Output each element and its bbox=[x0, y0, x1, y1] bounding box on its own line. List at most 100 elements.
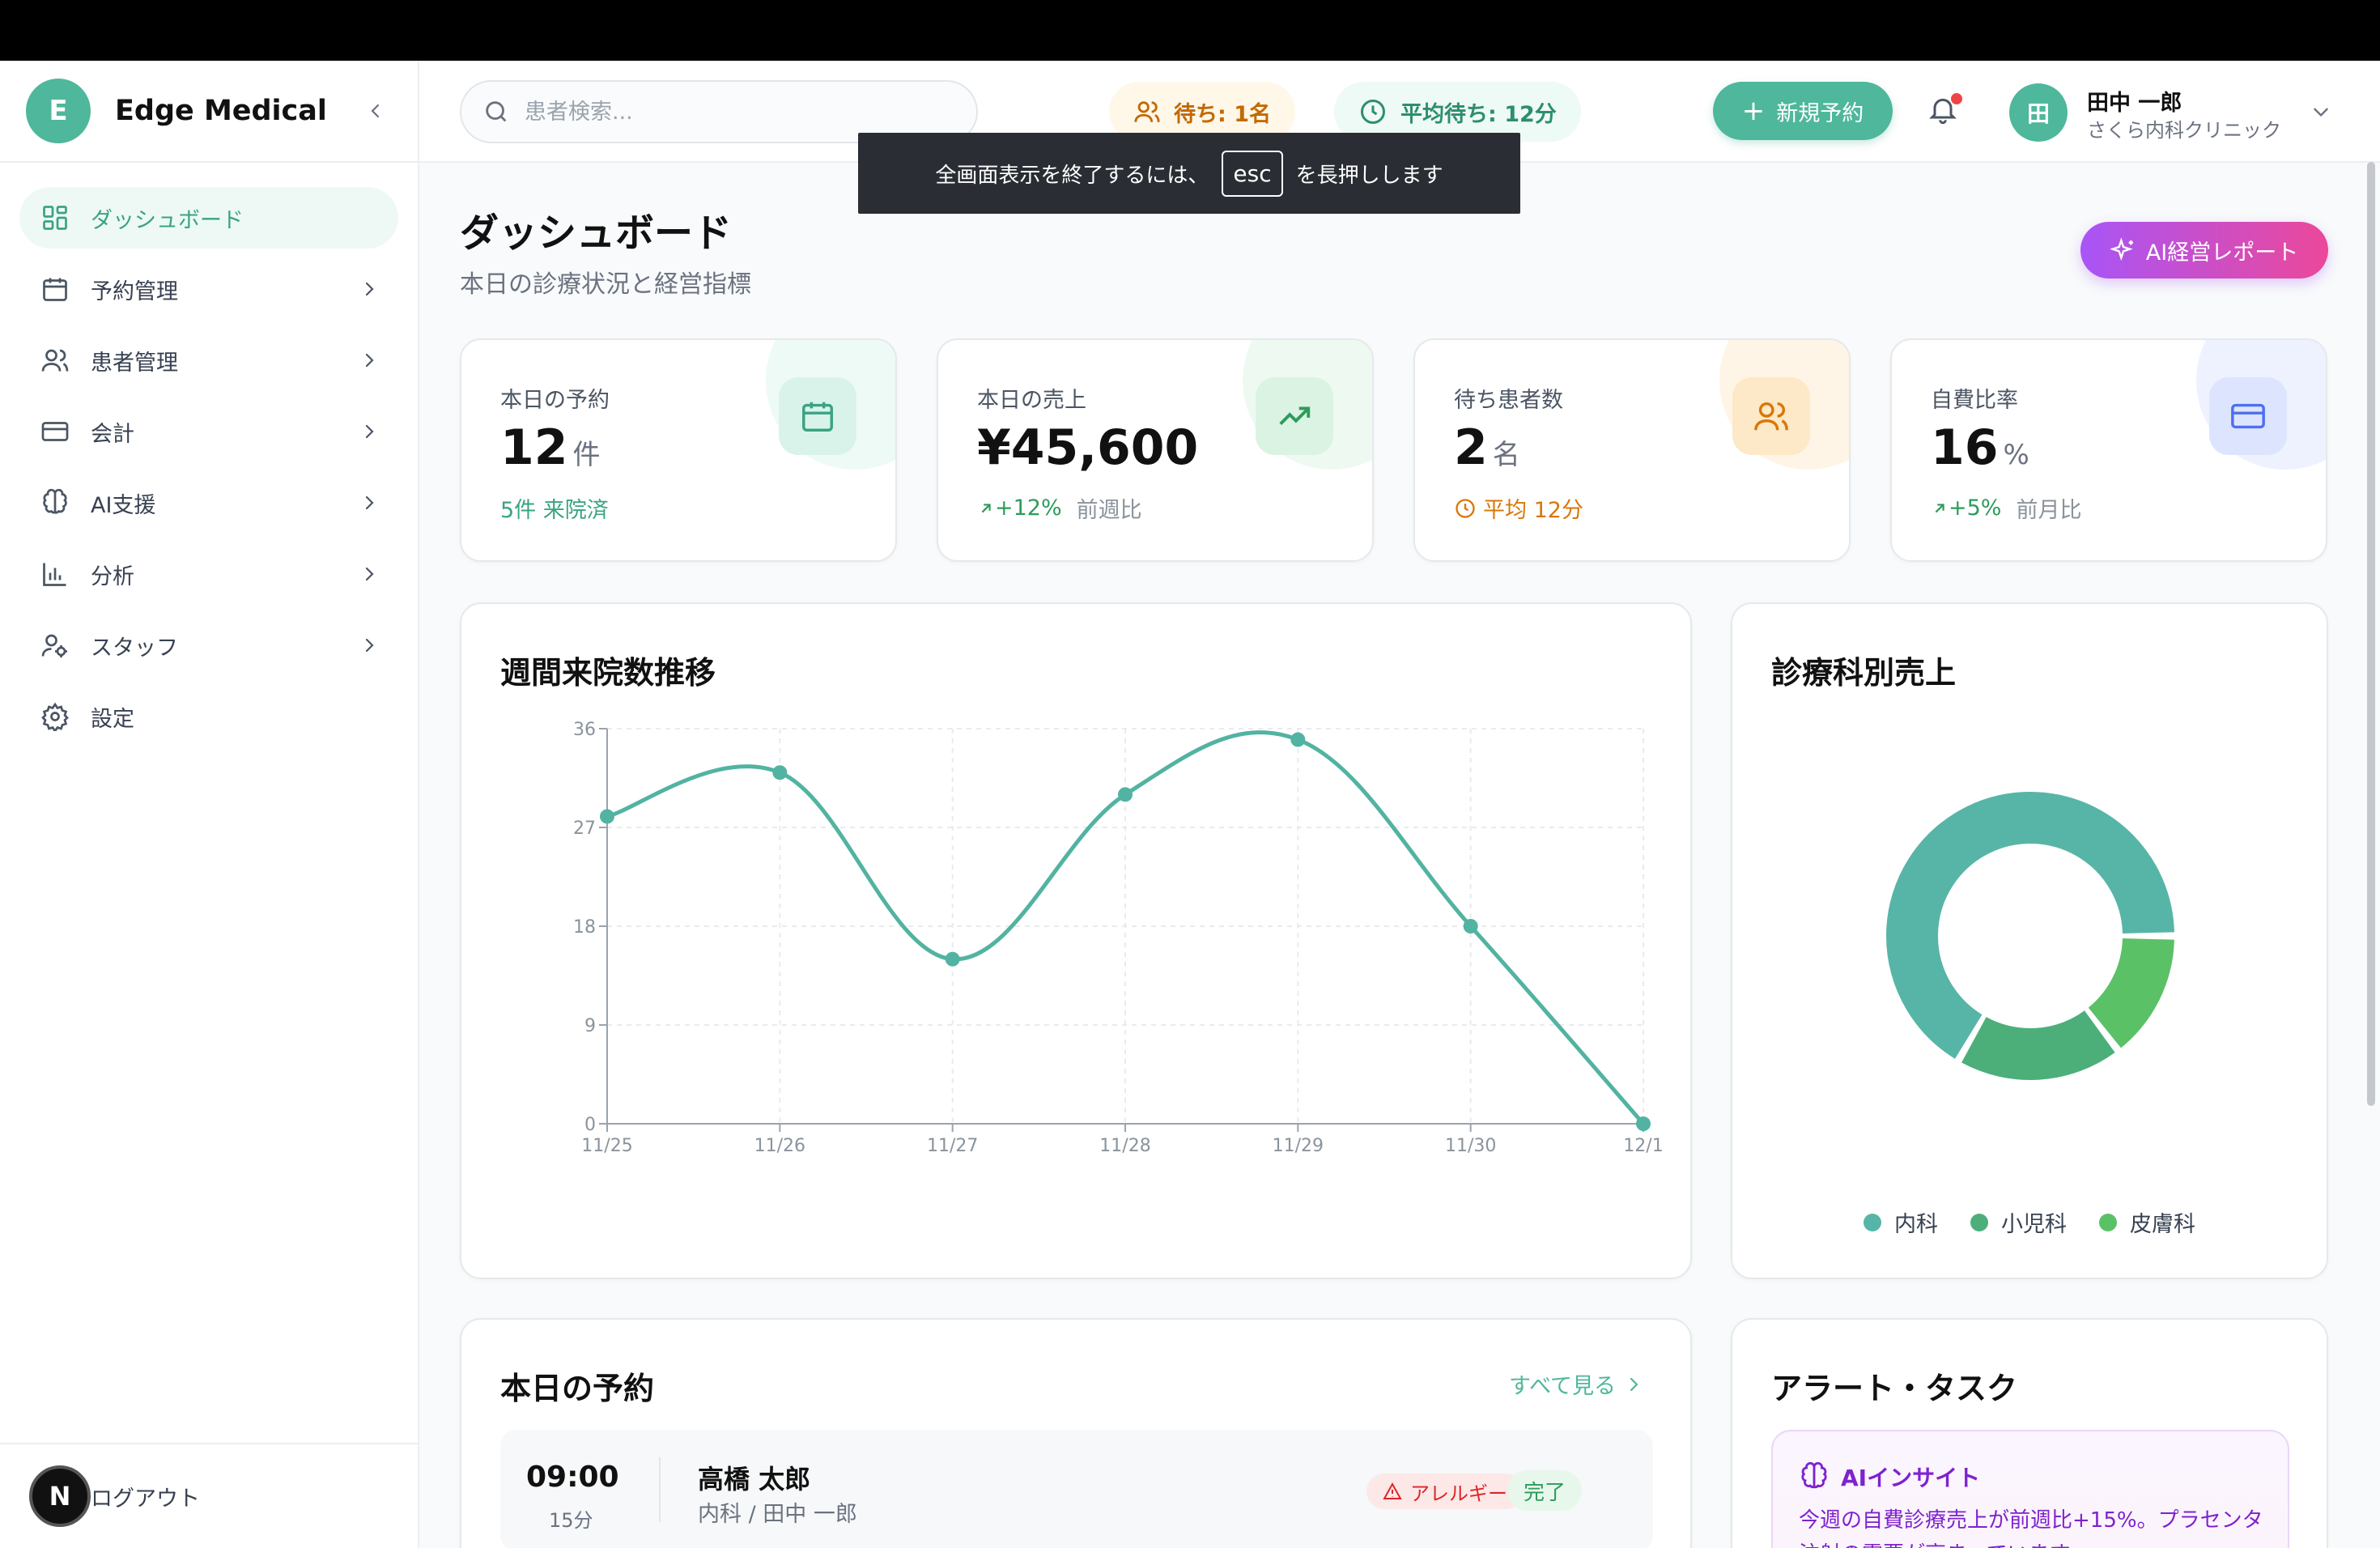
x-tick-label: 11/29 bbox=[1273, 1136, 1324, 1156]
sidebar-item-label: 分析 bbox=[91, 563, 134, 589]
esc-key: esc bbox=[1222, 150, 1283, 197]
bar-chart-icon bbox=[39, 558, 71, 590]
brand: E Edge Medical bbox=[0, 61, 418, 163]
stat-label: 本日の売上 bbox=[977, 388, 1086, 413]
stat-sub: +5% 前月比 bbox=[1931, 492, 2081, 524]
x-tick-label: 12/1 bbox=[1623, 1136, 1663, 1156]
see-all-link[interactable]: すべて見る bbox=[1509, 1368, 1643, 1400]
ai-insight-title: AIインサイト bbox=[1799, 1461, 1980, 1493]
reservation-time: 09:00 bbox=[526, 1461, 619, 1494]
sidebar-item-label: スタッフ bbox=[91, 635, 178, 661]
legend-dot bbox=[1864, 1213, 1881, 1231]
y-tick-label: 36 bbox=[573, 720, 596, 740]
data-point bbox=[772, 765, 788, 780]
fullscreen-exit-toast: 全画面表示を終了するには、 esc を長押しします bbox=[858, 133, 1520, 214]
sidebar-item-billing[interactable]: 会計 bbox=[19, 401, 398, 462]
patient-name: 高橋 太郎 bbox=[698, 1464, 811, 1495]
sidebar-item-label: AI支援 bbox=[91, 492, 156, 518]
waiting-count-label: 待ち: 1名 bbox=[1174, 101, 1271, 127]
donut-slice[interactable] bbox=[1961, 1010, 2115, 1080]
sidebar-item-patients[interactable]: 患者管理 bbox=[19, 330, 398, 391]
allergy-tag: アレルギー bbox=[1366, 1474, 1524, 1509]
sidebar-item-analytics[interactable]: 分析 bbox=[19, 543, 398, 605]
stat-label: 自費比率 bbox=[1931, 388, 2018, 413]
notifications-button[interactable] bbox=[1927, 93, 1964, 130]
sidebar: E Edge Medical ダッシュボード 予約管理 患者管理 会計 AI支援 bbox=[0, 61, 419, 1548]
stat-value: ¥45,600 bbox=[977, 419, 1199, 476]
stat-sub: 平均 12分 bbox=[1454, 492, 1583, 524]
sidebar-item-label: 設定 bbox=[91, 706, 134, 732]
sidebar-item-label: 予約管理 bbox=[91, 279, 178, 304]
calendar-icon bbox=[802, 402, 833, 432]
department-revenue-card: 診療科別売上 内科 小児科 皮膚科 bbox=[1731, 602, 2328, 1279]
x-tick-label: 11/26 bbox=[754, 1136, 805, 1156]
ai-report-label: AI経営レポート bbox=[2145, 240, 2299, 266]
x-tick-label: 11/28 bbox=[1099, 1136, 1150, 1156]
sidebar-item-reservations[interactable]: 予約管理 bbox=[19, 258, 398, 320]
x-tick-label: 11/27 bbox=[927, 1136, 978, 1156]
n-badge[interactable]: N bbox=[29, 1465, 91, 1527]
search-input[interactable] bbox=[525, 99, 946, 125]
stat-icon-box bbox=[779, 377, 856, 455]
sparkles-icon bbox=[2110, 237, 2133, 262]
allergy-label: アレルギー bbox=[1410, 1482, 1507, 1505]
sidebar-item-staff[interactable]: スタッフ bbox=[19, 615, 398, 676]
alerts-title: アラート・タスク bbox=[1771, 1371, 2018, 1406]
stat-sub-text: 平均 12分 bbox=[1483, 498, 1583, 523]
brain-icon bbox=[39, 487, 71, 519]
stat-label: 本日の予約 bbox=[500, 388, 610, 413]
chevron-right-icon bbox=[365, 282, 374, 296]
stat-value-number: 16 bbox=[1931, 419, 1999, 476]
legend-item: 皮膚科 bbox=[2099, 1206, 2195, 1238]
stat-value: 2名 bbox=[1454, 419, 1520, 476]
stat-compare: 前週比 bbox=[1076, 498, 1142, 523]
data-point bbox=[1118, 787, 1133, 802]
new-booking-button[interactable]: + 新規予約 bbox=[1713, 82, 1893, 140]
ai-insight-box[interactable]: AIインサイト 今週の自費診療売上が前週比+15%。プラセンタ注射の需要が高まっ… bbox=[1771, 1430, 2289, 1548]
browser-top-bar bbox=[0, 0, 2380, 61]
arrow-up-right-icon bbox=[1935, 503, 1944, 512]
users-icon bbox=[39, 344, 71, 376]
stat-value-number: 2 bbox=[1454, 419, 1488, 476]
stat-card-waiting[interactable]: 待ち患者数 2名 平均 12分 bbox=[1413, 338, 1851, 562]
chevron-down-icon[interactable] bbox=[2310, 101, 2331, 122]
legend-dot bbox=[2099, 1213, 2117, 1231]
data-point bbox=[1463, 919, 1478, 933]
reservation-duration: 15分 bbox=[549, 1509, 593, 1532]
users-icon bbox=[1134, 101, 1160, 122]
sidebar-item-settings[interactable]: 設定 bbox=[19, 686, 398, 747]
y-tick-label: 9 bbox=[584, 1016, 596, 1036]
ai-insight-title-text: AIインサイト bbox=[1841, 1465, 1981, 1491]
sidebar-item-dashboard[interactable]: ダッシュボード bbox=[19, 187, 398, 249]
patient-department: 内科 / 田中 一郎 bbox=[698, 1502, 857, 1527]
ai-report-button[interactable]: AI経営レポート bbox=[2080, 222, 2328, 279]
stat-value: 16% bbox=[1931, 419, 2029, 476]
collapse-sidebar-button[interactable] bbox=[359, 95, 392, 127]
calendar-icon bbox=[39, 273, 71, 305]
stat-card-reservations[interactable]: 本日の予約 12 件 5件 来院済 bbox=[460, 338, 897, 562]
page-scrollbar[interactable] bbox=[2367, 162, 2375, 1106]
notification-dot bbox=[1951, 93, 1962, 104]
x-tick-label: 11/25 bbox=[581, 1136, 632, 1156]
trending-up-icon bbox=[1279, 406, 1311, 425]
sidebar-footer: N ログアウト bbox=[0, 1443, 418, 1548]
y-tick-label: 18 bbox=[573, 917, 596, 938]
sidebar-item-ai-support[interactable]: AI支援 bbox=[19, 472, 398, 534]
user-avatar[interactable]: 田 bbox=[2009, 83, 2068, 142]
stat-card-revenue[interactable]: 本日の売上 ¥45,600 +12% 前週比 bbox=[937, 338, 1374, 562]
page-subtitle: 本日の診療状況と経営指標 bbox=[460, 270, 751, 299]
stat-unit: % bbox=[2003, 439, 2029, 471]
ai-insight-text: 今週の自費診療売上が前週比+15%。プラセンタ注射の需要が高まっています bbox=[1799, 1508, 2263, 1548]
stat-compare: 前月比 bbox=[2016, 498, 2082, 523]
search-icon bbox=[486, 101, 507, 122]
gear-icon bbox=[39, 700, 71, 733]
new-booking-label: 新規予約 bbox=[1776, 100, 1864, 126]
logout-button[interactable]: ログアウト bbox=[91, 1481, 200, 1512]
chevron-right-icon bbox=[365, 567, 374, 581]
stat-card-self-pay[interactable]: 自費比率 16% +5% 前月比 bbox=[1890, 338, 2327, 562]
reservation-row[interactable]: 09:00 15分 高橋 太郎 内科 / 田中 一郎 アレルギー 完了 bbox=[500, 1430, 1653, 1548]
stat-label: 待ち患者数 bbox=[1454, 388, 1563, 413]
clock-icon bbox=[1456, 498, 1475, 518]
donut-slice[interactable] bbox=[2088, 938, 2174, 1048]
stat-sub: 5件 来院済 bbox=[500, 498, 609, 523]
